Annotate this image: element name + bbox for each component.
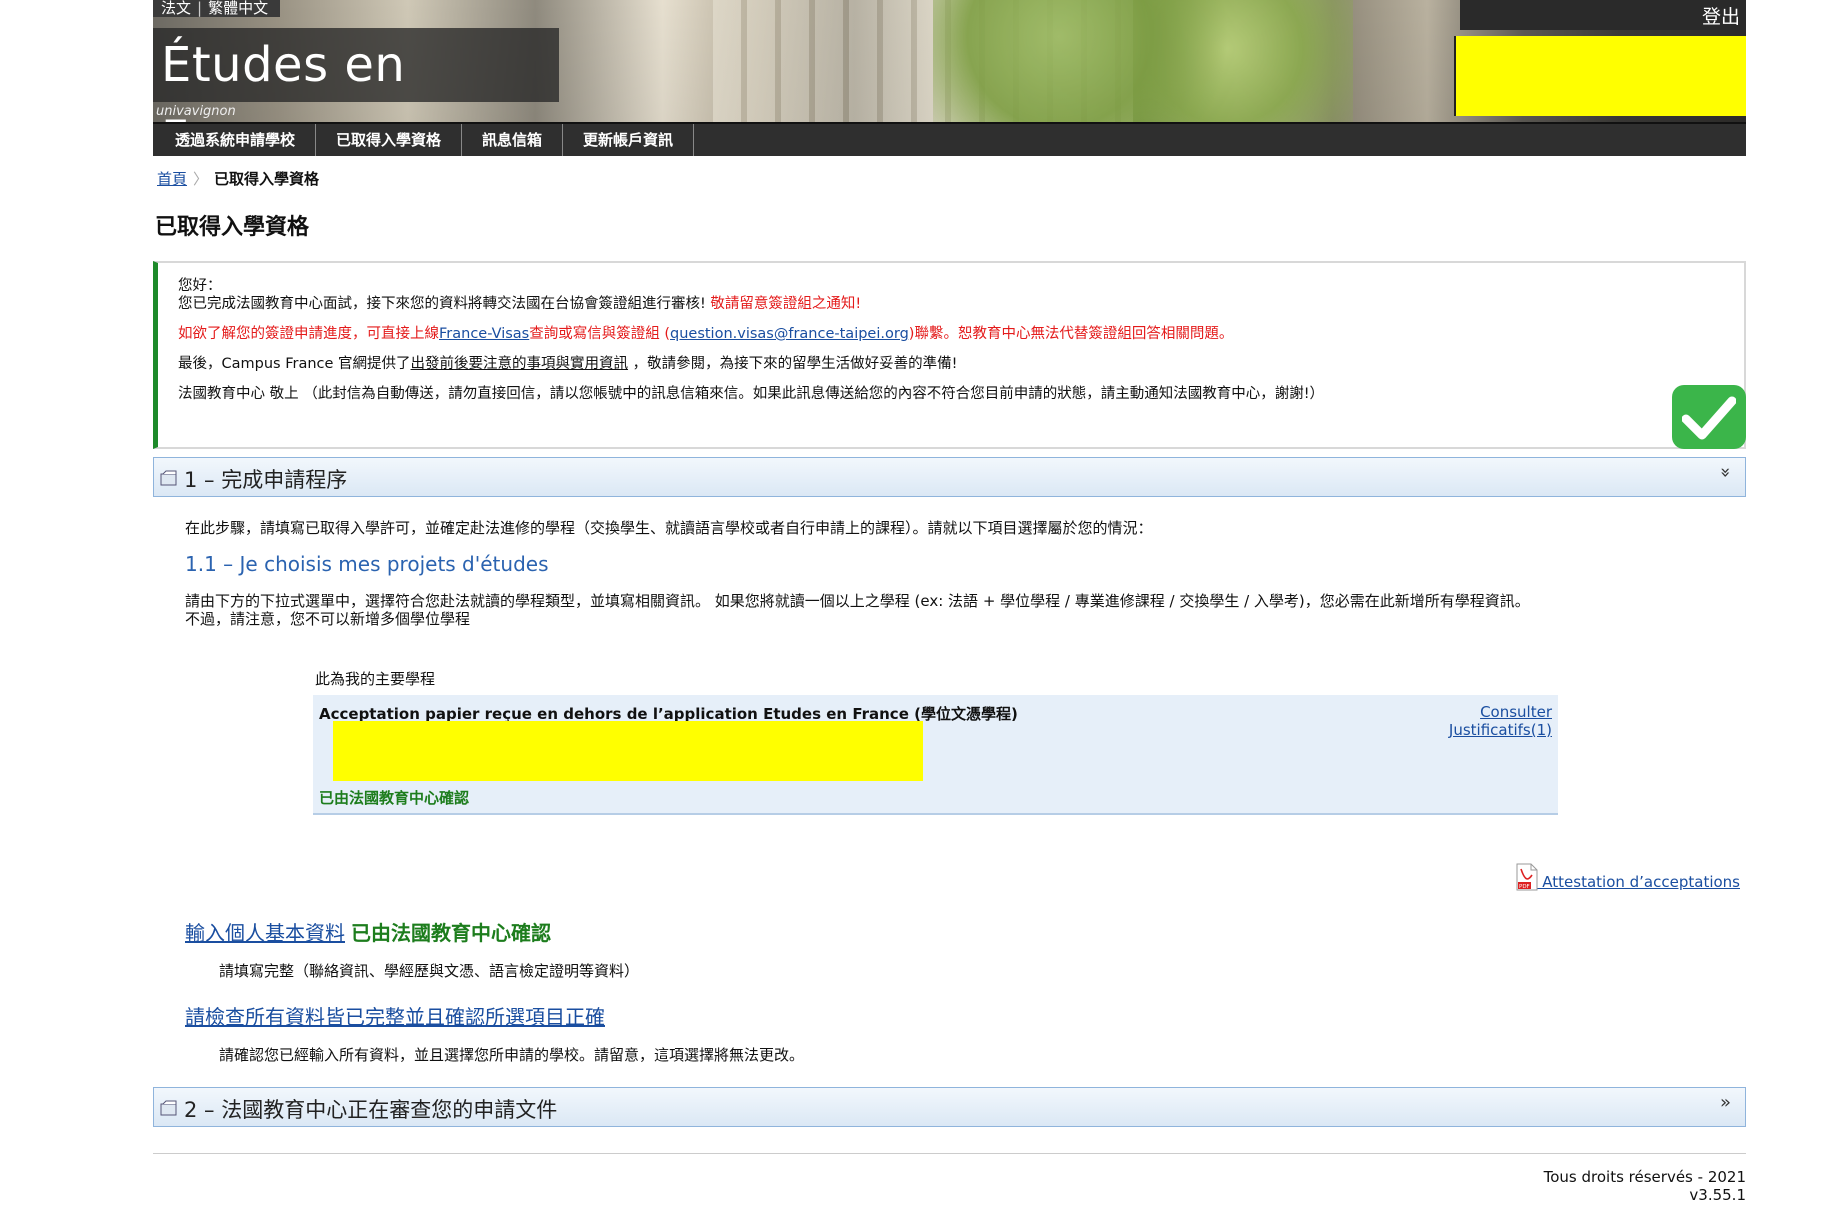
header-banner: 法文|繁體中文 Études en France univavignon 登出 [153,0,1746,122]
program-links: Consulter Justificatifs(1) [1449,703,1552,739]
language-switcher: 法文 | 繁體中文 [153,0,281,17]
folder-icon [160,1100,177,1116]
folder-icon [160,470,177,486]
breadcrumb: 首頁〉已取得入學資格 [153,168,1746,189]
section1-desc-line2: 不過，請注意，您不可以新增多個學位學程 [185,610,471,628]
breadcrumb-home-link[interactable]: 首頁 [157,170,187,188]
nav-item-account[interactable]: 更新帳戶資訊 [563,124,695,156]
redacted-program-details [333,721,923,781]
message-line3-post: ，敬請參閱，為接下來的留學生活做好妥善的準備! [628,356,958,372]
program-status: 已由法國教育中心確認 [319,789,470,807]
personal-info-status: 已由法國教育中心確認 [351,921,551,945]
attestation-link[interactable]: Attestation d’acceptations [1538,873,1740,891]
site-subtitle: univavignon [156,104,236,119]
personal-info-row: 輸入個人基本資料 已由法國教育中心確認 [185,917,1746,946]
message-line1: 您已完成法國教育中心面試，接下來您的資料將轉交法國在台協會簽證組進行審核! 敬請… [178,295,1744,313]
language-chinese-link[interactable]: 繁體中文 [202,0,274,17]
section1-desc-line1: 請由下方的下拉式選單中，選擇符合您赴法就讀的學程類型，並填寫相關資訊。 如果您將… [185,592,1530,610]
footer: Tous droits réservés - 2021 v3.55.1 [153,1168,1746,1204]
site-title[interactable]: Études en France [153,28,559,122]
justificatifs-link[interactable]: Justificatifs(1) [1449,721,1552,739]
nav-item-inbox[interactable]: 訊息信箱 [462,124,564,156]
breadcrumb-separator-icon: 〉 [193,170,209,188]
section1-subheading: 1.1 – Je choisis mes projets d'études [185,552,549,576]
chevron-down-icon[interactable]: » [1715,467,1736,478]
message-greeting: 您好： [178,278,222,294]
check-data-link[interactable]: 請檢查所有資料皆已完整並且確認所選項目正確 [185,1005,605,1029]
attestation-row: PDF Attestation d’acceptations [153,863,1746,897]
footer-divider [153,1153,1746,1154]
attestation-wrap: PDF Attestation d’acceptations [1516,863,1740,891]
banner-photo-trees [933,0,1353,122]
footer-rights: Tous droits réservés - 2021 [1543,1168,1746,1186]
redacted-user-box [1454,36,1746,116]
breadcrumb-current: 已取得入學資格 [214,170,320,188]
message-line4: 法國教育中心 敬上 （此封信為自動傳送，請勿直接回信，請以您帳號中的訊息信箱來信… [178,386,1325,402]
nav-item-admissions[interactable]: 已取得入學資格 [316,124,463,156]
pdf-icon[interactable]: PDF [1516,863,1538,891]
nav-item-apply[interactable]: 透過系統申請學校 [153,124,317,156]
message-line2-post: )聯繫。恕教育中心無法代替簽證組回答相關問題。 [908,326,1234,342]
departure-info-link[interactable]: 出發前後要注意的事項與實用資訊 [411,356,629,372]
message-line3-pre: 最後，Campus France 官網提供了 [178,356,411,372]
checkmark-icon [1672,385,1746,449]
svg-text:PDF: PDF [1519,884,1530,890]
notification-message: 您好： 您已完成法國教育中心面試，接下來您的資料將轉交法國在台協會簽證組進行審核… [153,261,1746,449]
message-line2-mid: 查詢或寫信與簽證組 ( [529,326,670,342]
section1-intro: 在此步驟，請填寫已取得入學許可，並確定赴法進修的學程（交換學生、就讀語言學校或者… [185,519,1153,537]
main-program-label: 此為我的主要學程 [315,670,436,688]
section2-title: 2 – 法國教育中心正在審查您的申請文件 [184,1098,558,1122]
consult-link[interactable]: Consulter [1449,703,1552,721]
page-title: 已取得入學資格 [155,215,310,240]
message-line1-alert: 敬請留意簽證組之通知! [710,296,862,312]
visa-email-link[interactable]: question.visas@france-taipei.org [670,326,909,342]
check-data-row: 請檢查所有資料皆已完整並且確認所選項目正確 [185,1001,1746,1030]
check-data-desc: 請確認您已經輸入所有資料，並且選擇您所申請的學校。請留意，這項選擇將無法更改。 [219,1046,805,1064]
message-line3: 最後，Campus France 官網提供了出發前後要注意的事項與實用資訊 ，敬… [178,355,1744,373]
program-card: Acceptation papier reçue en dehors de l’… [313,695,1558,815]
logout-link[interactable]: 登出 [1702,2,1740,29]
message-line2-pre: 如欲了解您的簽證申請進度，可直接上線 [178,326,439,342]
message-line1-text: 您已完成法國教育中心面試，接下來您的資料將轉交法國在台協會簽證組進行審核! [178,296,711,312]
message-line2: 如欲了解您的簽證申請進度，可直接上線France-Visas查詢或寫信與簽證組 … [178,325,1744,343]
france-visas-link[interactable]: France-Visas [439,326,529,342]
personal-info-link[interactable]: 輸入個人基本資料 [185,921,345,945]
footer-version: v3.55.1 [1689,1186,1746,1204]
language-french-link[interactable]: 法文 [155,0,197,17]
personal-info-desc: 請填寫完整（聯絡資訊、學經歷與文憑、語言檢定證明等資料） [219,962,640,980]
section1-header[interactable]: 1 – 完成申請程序 » [153,457,1746,497]
section1-title: 1 – 完成申請程序 [184,468,348,492]
chevron-right-icon[interactable]: » [1720,1092,1731,1113]
section1-description: 請由下方的下拉式選單中，選擇符合您赴法就讀的學程類型，並填寫相關資訊。 如果您將… [185,592,1746,628]
main-nav: 透過系統申請學校 已取得入學資格 訊息信箱 更新帳戶資訊 [153,122,1746,156]
section2-header[interactable]: 2 – 法國教育中心正在審查您的申請文件 » [153,1087,1746,1127]
page-container: 法文|繁體中文 Études en France univavignon 登出 … [153,0,1746,1204]
